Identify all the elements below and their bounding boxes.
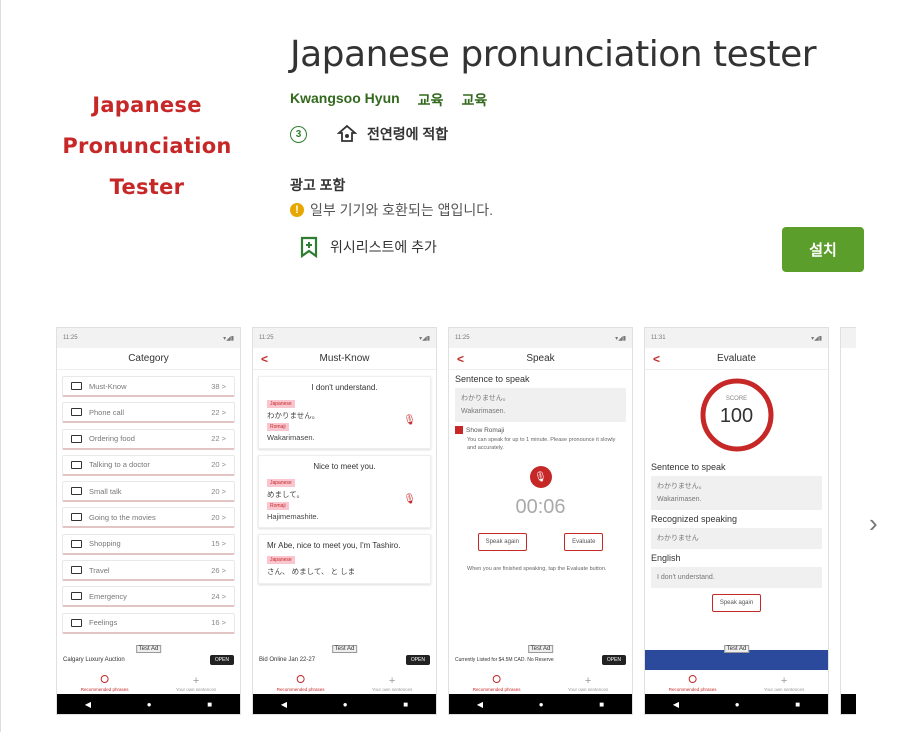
- show-romaji-checkbox: Show Romaji: [455, 426, 626, 434]
- install-button[interactable]: 설치: [782, 227, 864, 272]
- bottom-tabs: ⭘ Recommended phrases + Your own sentences: [276, 674, 413, 692]
- bottom-tabs: ⭘ Recommended phrases + Your own sentences: [80, 674, 217, 692]
- folder-icon: [71, 618, 82, 627]
- folder-icon: [71, 592, 82, 601]
- category-link[interactable]: 교육: [418, 90, 444, 110]
- folder-icon: [71, 513, 82, 522]
- list-item: Ordering food 22 >: [62, 428, 235, 450]
- android-nav-bar: ◀ ● ■: [57, 694, 240, 714]
- screenshot-speak[interactable]: 11:25 ▾◢▮ < Speak Sentence to speak わかりません…: [448, 327, 633, 715]
- phrase-card: Mr Abe, nice to meet you, I'm Tashiro. J…: [258, 534, 431, 584]
- list-item: Going to the movies 20 >: [62, 507, 235, 529]
- chevron-right-icon[interactable]: ›: [869, 508, 878, 539]
- app-detail-page: Japanese Pronunciation Tester Japanese p…: [0, 0, 900, 732]
- score-ring: SCORE 100: [645, 376, 828, 454]
- ads-label: 광고 포함: [290, 177, 346, 193]
- folder-icon: [71, 460, 82, 469]
- android-nav-bar: ◀ ● ■: [645, 694, 828, 714]
- content-rating-text: 전연령에 적합: [367, 126, 449, 142]
- folder-icon: [71, 382, 82, 390]
- developer-link[interactable]: Kwangsoo Hyun: [290, 90, 400, 110]
- screenshot-evaluate[interactable]: 11:31 ▾◢▮ < Evaluate SCORE 100 Sentence to…: [644, 327, 829, 715]
- screenshot-strip[interactable]: 11:25 ▾◢▮ Category Must-Know 38 > Phone ca…: [56, 327, 856, 715]
- folder-icon: [71, 566, 82, 575]
- screen-title: < Evaluate: [645, 348, 828, 370]
- bottom-tabs: ⭘ Recommended phrases + Your own sentences: [472, 674, 609, 692]
- screen-title: Category: [57, 348, 240, 370]
- bookmark-add-icon: [300, 236, 318, 258]
- screen-title: < Must-Know: [253, 348, 436, 370]
- list-item: Travel 26 >: [62, 560, 235, 582]
- list-item: Small talk 20 >: [62, 481, 235, 503]
- compat-text: 일부 기기와 호환되는 앱입니다.: [310, 202, 493, 218]
- list-item: Emergency 24 >: [62, 586, 235, 608]
- list-item: Phone call 22 >: [62, 402, 235, 424]
- android-nav-bar: ◀ ● ■: [449, 694, 632, 714]
- status-bar: 11:25 ▾◢▮: [253, 328, 436, 348]
- bottom-tabs: ⭘ Recommended phrases + Your own sentences: [668, 674, 805, 692]
- screenshot-category[interactable]: 11:25 ▾◢▮ Category Must-Know 38 > Phone ca…: [56, 327, 241, 715]
- mic-icon: 🎙: [403, 415, 416, 426]
- app-logo: Japanese Pronunciation Tester: [49, 76, 245, 216]
- rating-badge-icon: 3: [290, 125, 307, 143]
- mic-icon: 🎙: [403, 494, 416, 505]
- wishlist-label: 위시리스트에 추가: [330, 239, 437, 255]
- record-button: 🎙: [449, 466, 632, 488]
- sentence-box: わかりません。 Wakarimasen.: [455, 388, 626, 422]
- folder-icon: [71, 408, 82, 417]
- signal-icon: ▾◢▮: [223, 335, 234, 342]
- phrase-card: I don't understand. Japanese わかりません。 🎙 R…: [258, 376, 431, 449]
- back-icon: <: [457, 351, 465, 366]
- list-item: Must-Know 38 >: [62, 376, 235, 397]
- ad-banner: Test Ad Calgary Luxury Auction OPEN: [57, 645, 240, 670]
- status-bar: 11:31 ▾◢▮: [645, 328, 828, 348]
- list-item: Shopping 15 >: [62, 533, 235, 555]
- android-nav-bar: ◀ ● ■: [253, 694, 436, 714]
- phrase-card: Nice to meet you. Japanese めまして。 🎙 Romaj…: [258, 455, 431, 528]
- content-rating: 3 전연령에 적합: [290, 124, 448, 144]
- speak-actions: Speak again Evaluate: [449, 533, 632, 551]
- timer: 00:06: [515, 496, 566, 518]
- app-logo-text: Japanese Pronunciation Tester: [62, 92, 232, 199]
- status-bar: 11:25 ▾◢▮: [449, 328, 632, 348]
- screenshot-partial[interactable]: [840, 327, 856, 715]
- family-house-icon: [337, 124, 357, 142]
- back-icon: <: [653, 351, 661, 366]
- app-title: Japanese pronunciation tester: [290, 34, 817, 75]
- screen-title: < Speak: [449, 348, 632, 370]
- wishlist-button[interactable]: 위시리스트에 추가: [300, 236, 437, 258]
- compat-notice: ! 일부 기기와 호환되는 앱입니다.: [290, 200, 493, 220]
- list-item: Feelings 16 >: [62, 612, 235, 634]
- back-icon: <: [261, 351, 269, 366]
- list-item: Talking to a doctor 20 >: [62, 454, 235, 476]
- folder-icon: [71, 539, 82, 548]
- category-link-2[interactable]: 교육: [461, 90, 487, 110]
- ad-banner: Test Ad: [645, 645, 828, 670]
- ad-banner: Test Ad Currently Listed for $4.5M CAD. …: [449, 645, 632, 670]
- category-list: Must-Know 38 > Phone call 22 > Ordering fo…: [57, 370, 240, 634]
- folder-icon: [71, 487, 82, 496]
- info-icon: !: [290, 203, 304, 217]
- ad-banner: Test Ad Bid Online Jan 22-27 OPEN: [253, 645, 436, 670]
- screenshot-must-know[interactable]: 11:25 ▾◢▮ < Must-Know I don't understand. …: [252, 327, 437, 715]
- status-bar: 11:25 ▾◢▮: [57, 328, 240, 348]
- app-meta: Kwangsoo Hyun 교육 교육: [290, 90, 487, 110]
- folder-icon: [71, 434, 82, 443]
